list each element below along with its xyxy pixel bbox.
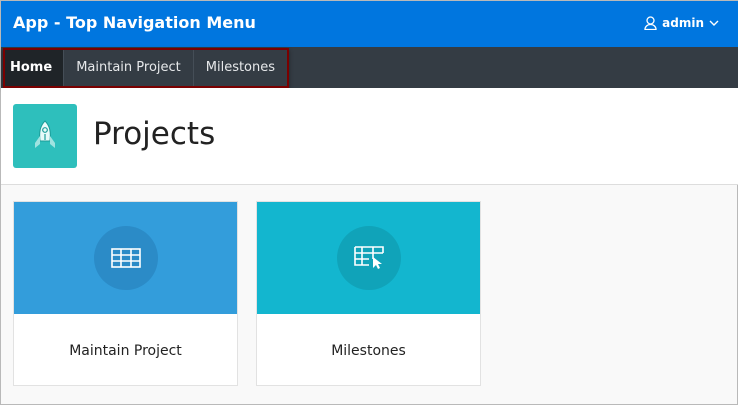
table-grid-icon: [110, 248, 141, 268]
top-nav-bar: Home Maintain Project Milestones: [1, 47, 738, 88]
card-header: [257, 202, 480, 314]
nav-menu: Home Maintain Project Milestones: [3, 48, 290, 88]
nav-item-maintain-project[interactable]: Maintain Project: [64, 50, 194, 86]
user-icon: [644, 16, 657, 30]
app-title[interactable]: App - Top Navigation Menu: [13, 13, 256, 32]
user-menu-button[interactable]: admin: [644, 16, 719, 30]
card-milestones[interactable]: Milestones: [256, 201, 481, 386]
card-maintain-project[interactable]: Maintain Project: [13, 201, 238, 386]
card-label: Milestones: [331, 343, 406, 359]
user-name: admin: [662, 16, 704, 30]
chevron-down-icon: [709, 20, 719, 26]
top-header: App - Top Navigation Menu admin: [1, 1, 738, 47]
nav-item-milestones[interactable]: Milestones: [194, 50, 287, 86]
nav-item-home[interactable]: Home: [5, 50, 65, 86]
card-label: Maintain Project: [69, 343, 182, 359]
page-title-region: Projects: [1, 88, 738, 185]
rocket-icon: [13, 104, 77, 168]
card-header: [14, 202, 237, 314]
page-title: Projects: [93, 116, 216, 152]
table-pointer-icon: [353, 246, 384, 269]
